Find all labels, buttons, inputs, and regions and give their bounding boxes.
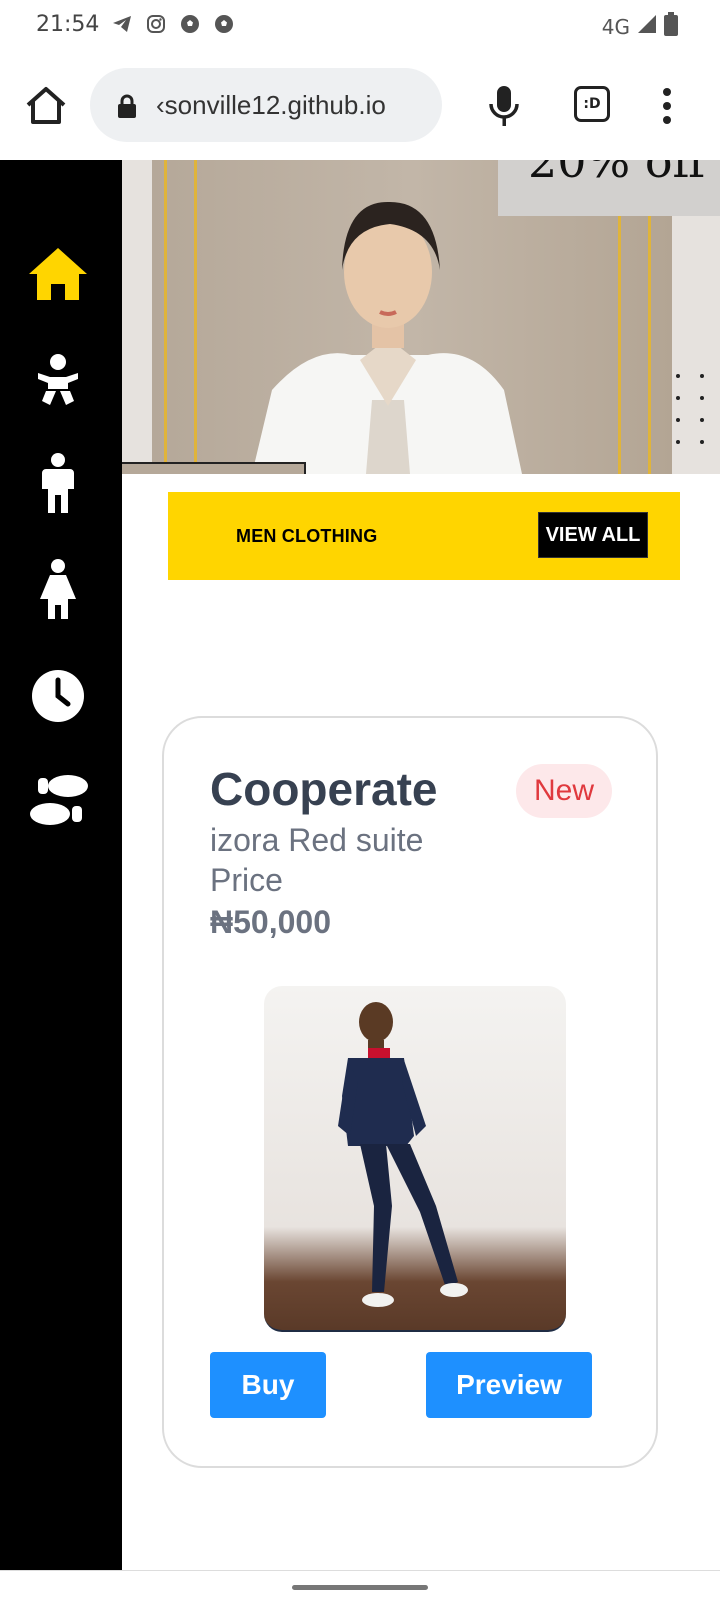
preview-button[interactable]: Preview — [426, 1352, 592, 1418]
instagram-icon — [146, 14, 166, 34]
lock-icon — [118, 94, 136, 118]
sidebar-item-baby[interactable] — [18, 340, 98, 420]
suit-model-illustration — [338, 1002, 468, 1307]
dot-pattern — [676, 374, 704, 444]
sidebar — [0, 160, 122, 1570]
home-button[interactable] — [24, 84, 68, 128]
decorative-frame — [122, 462, 306, 474]
soccer-ball-icon — [180, 14, 200, 34]
product-title: Cooperate — [210, 763, 438, 815]
price-label: Price — [210, 862, 283, 898]
view-all-button[interactable]: VIEW ALL — [538, 512, 648, 558]
female-icon — [40, 559, 76, 619]
buy-button[interactable]: Buy — [210, 1352, 326, 1418]
shoe-prints-icon — [30, 775, 88, 825]
sidebar-item-female[interactable] — [18, 550, 98, 630]
hero-banner: 20% off — [122, 160, 720, 474]
sidebar-item-shoes[interactable] — [18, 760, 98, 840]
browser-toolbar: ‹sonville12.github.io :D — [0, 56, 720, 161]
soccer-ball-icon — [214, 14, 234, 34]
offer-text: 20% off — [528, 160, 706, 188]
telegram-icon — [112, 14, 132, 34]
home-outline-icon — [26, 87, 66, 124]
sidebar-item-home[interactable] — [18, 234, 98, 314]
clock-icon — [32, 670, 84, 722]
offer-tag: 20% off — [498, 160, 720, 216]
new-badge: New — [516, 764, 612, 818]
baby-icon — [38, 354, 78, 405]
mic-icon — [489, 86, 519, 126]
status-right: 4G — [602, 12, 678, 41]
tab-switcher-button[interactable]: :D — [574, 86, 610, 122]
category-title: MEN CLOTHING — [236, 526, 378, 546]
status-time: 21:54 — [36, 12, 100, 37]
more-options-button[interactable] — [652, 82, 682, 130]
address-bar[interactable]: ‹sonville12.github.io — [90, 68, 442, 142]
status-bar: 21:54 4G — [0, 0, 720, 56]
network-label: 4G — [601, 14, 630, 39]
product-card: Cooperate New izora Red suite Price ₦50,… — [162, 716, 658, 1468]
signal-icon — [636, 13, 658, 40]
url-text[interactable]: ‹sonville12.github.io — [156, 90, 431, 121]
product-subtitle: izora Red suite — [210, 822, 424, 858]
system-navigation-bar — [0, 1570, 720, 1601]
male-icon — [42, 453, 74, 513]
product-price: ₦50,000 — [210, 904, 331, 940]
battery-icon — [664, 12, 678, 41]
notification-icons — [112, 14, 234, 34]
product-image — [264, 986, 566, 1332]
gesture-handle[interactable] — [292, 1585, 428, 1590]
home-icon — [29, 248, 87, 300]
more-vert-icon — [663, 88, 671, 124]
voice-search-button[interactable] — [484, 82, 524, 130]
category-banner: MEN CLOTHING VIEW ALL — [168, 492, 680, 580]
sidebar-item-clock[interactable] — [18, 656, 98, 736]
sidebar-item-male[interactable] — [18, 444, 98, 524]
